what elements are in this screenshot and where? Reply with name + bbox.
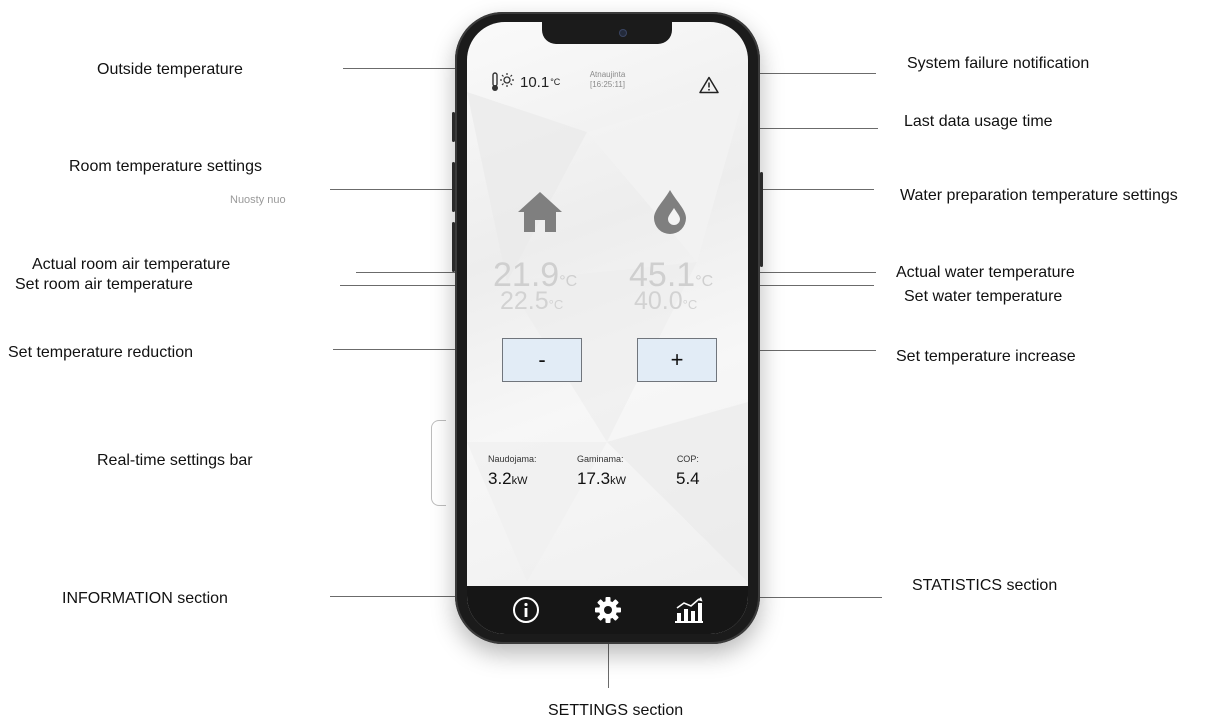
stat-label: Naudojama: (488, 454, 537, 464)
callout-system-failure-notification: System failure notification (907, 55, 1090, 72)
volume-down-button (452, 222, 455, 272)
callout-set-temperature-increase: Set temperature increase (896, 348, 1076, 365)
phone-frame: 10.1 °C Atnaujinta [16:25:11] 21.9°C 22.5… (452, 12, 763, 644)
house-icon[interactable] (516, 190, 564, 234)
callout-real-time-settings-bar: Real-time settings bar (97, 452, 253, 469)
water-set-temperature-unit: °C (682, 297, 698, 312)
bottom-navigation (467, 586, 748, 634)
stat-cop: COP: 5.4 (676, 454, 700, 489)
app-screen: 10.1 °C Atnaujinta [16:25:11] 21.9°C 22.5… (467, 22, 748, 634)
room-set-temperature-value: 22.5 (500, 287, 549, 315)
real-time-bar-bracket (431, 420, 446, 506)
room-set-temperature-unit: °C (548, 297, 564, 312)
room-set-temperature: 22.5°C (500, 288, 563, 318)
volume-button (452, 112, 455, 142)
leader-line-statistics (742, 597, 882, 598)
stat-value: 5.4 (676, 469, 700, 488)
ghost-label: Nuosty nuo (230, 194, 286, 206)
warning-icon[interactable] (699, 76, 719, 94)
stat-label: COP: (676, 454, 699, 464)
stat-value: 17.3kW (577, 469, 626, 488)
background-pattern (467, 82, 748, 582)
camera (619, 29, 627, 37)
callout-water-preparation-temperature-settings: Water preparation temperature settings (900, 187, 1178, 204)
callout-room-temperature-settings: Room temperature settings (69, 158, 262, 175)
callout-statistics-section: STATISTICS section (912, 577, 1058, 594)
callout-set-temperature-reduction: Set temperature reduction (8, 344, 193, 361)
callout-set-room-air-temperature: Set room air temperature (15, 276, 193, 293)
callout-actual-room-air-temperature: Actual room air temperature (32, 256, 231, 273)
callout-actual-water-temperature: Actual water temperature (896, 264, 1075, 281)
info-icon[interactable] (511, 595, 541, 625)
stat-label: Gaminama: (577, 454, 624, 464)
gear-icon[interactable] (593, 595, 623, 625)
callout-set-water-temperature: Set water temperature (904, 288, 1063, 305)
stat-consumed: Naudojama: 3.2kW (488, 454, 537, 489)
callout-settings-section: SETTINGS section (548, 702, 684, 719)
power-button (760, 172, 763, 267)
water-drop-icon[interactable] (650, 188, 690, 234)
volume-up-button (452, 162, 455, 212)
decrease-button[interactable]: - (502, 338, 582, 382)
callout-outside-temperature: Outside temperature (97, 61, 243, 78)
callout-last-data-usage-time: Last data usage time (904, 113, 1053, 130)
water-set-temperature-value: 40.0 (634, 287, 683, 315)
water-set-temperature: 40.0°C (634, 288, 697, 318)
increase-button[interactable]: + (637, 338, 717, 382)
statistics-icon[interactable] (674, 595, 704, 625)
callout-information-section: INFORMATION section (62, 590, 228, 607)
water-actual-temperature-unit: °C (695, 273, 714, 290)
stat-value: 3.2kW (488, 469, 528, 488)
notch (542, 22, 672, 44)
stat-produced: Gaminama: 17.3kW (577, 454, 626, 489)
